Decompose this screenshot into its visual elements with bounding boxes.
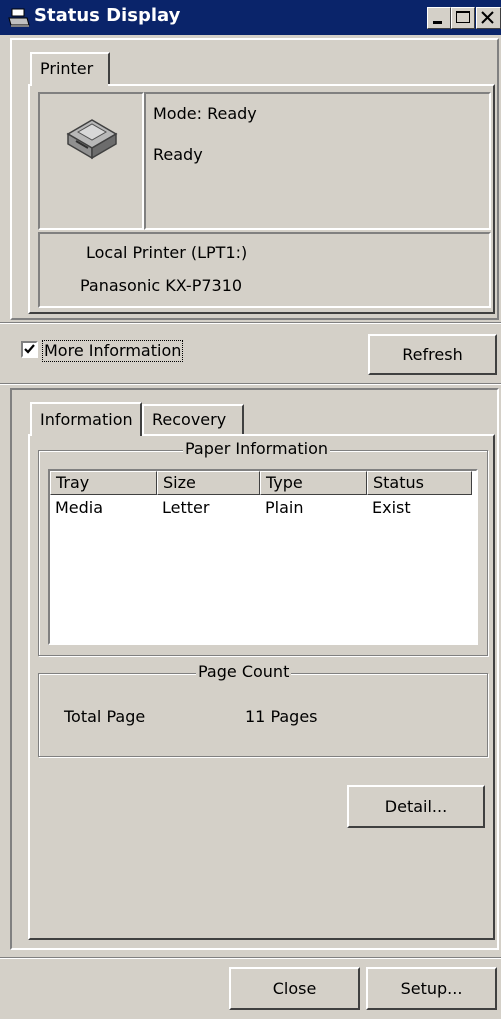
printer-icon [66, 119, 118, 160]
tab-information-label: Information [40, 410, 133, 429]
separator [0, 957, 501, 959]
close-button[interactable]: Close [229, 967, 360, 1010]
status-display-window: Status Display Printer Mode: Ready Ready… [0, 0, 501, 1019]
maximize-button[interactable] [451, 7, 475, 29]
column-header-size[interactable]: Size [157, 471, 260, 495]
tab-printer-label: Printer [40, 59, 94, 78]
window-title: Status Display [34, 5, 181, 26]
page-count-title: Page Count [196, 662, 292, 681]
minimize-icon [433, 21, 442, 24]
column-header-status[interactable]: Status [367, 471, 472, 495]
mode-text: Mode: Ready [153, 104, 257, 123]
total-page-value: 11 Pages [245, 707, 318, 726]
cell-type: Plain [265, 498, 304, 517]
close-icon [481, 11, 494, 24]
paper-info-title: Paper Information [183, 439, 331, 458]
tab-recovery-label: Recovery [152, 410, 227, 429]
tab-join [32, 434, 140, 437]
tab-join [32, 84, 108, 86]
title-bar[interactable]: Status Display [0, 0, 501, 35]
printer-model-text: Panasonic KX-P7310 [80, 276, 243, 295]
refresh-button[interactable]: Refresh [368, 334, 497, 375]
separator [0, 322, 501, 324]
tab-printer[interactable]: Printer [30, 52, 110, 85]
printer-app-icon [8, 8, 30, 27]
close-window-button[interactable] [476, 7, 501, 29]
detail-button[interactable]: Detail... [347, 785, 485, 828]
setup-button[interactable]: Setup... [366, 967, 497, 1010]
cell-status: Exist [372, 498, 411, 517]
more-info-checkbox[interactable] [21, 341, 38, 358]
total-page-label: Total Page [64, 707, 146, 726]
status-box: Mode: Ready Ready [144, 92, 491, 230]
tab-information[interactable]: Information [30, 402, 142, 436]
table-row[interactable]: Media Letter Plain Exist [50, 497, 476, 519]
maximize-icon [456, 11, 470, 23]
tab-recovery[interactable]: Recovery [142, 404, 244, 434]
state-text: Ready [153, 145, 203, 164]
paper-list[interactable]: Tray Size Type Status Media Letter Plain… [48, 469, 478, 645]
cell-tray: Media [55, 498, 104, 517]
minimize-button[interactable] [427, 7, 451, 29]
cell-size: Letter [162, 498, 210, 517]
checkmark-icon [24, 344, 35, 354]
printer-image-box [38, 92, 144, 230]
more-info-label[interactable]: More Information [42, 340, 184, 362]
printer-info-box: Local Printer (LPT1:) Panasonic KX-P7310 [38, 232, 491, 308]
column-header-type[interactable]: Type [260, 471, 367, 495]
separator [0, 383, 501, 385]
printer-port-text: Local Printer (LPT1:) [86, 243, 248, 262]
column-header-tray[interactable]: Tray [50, 471, 157, 495]
